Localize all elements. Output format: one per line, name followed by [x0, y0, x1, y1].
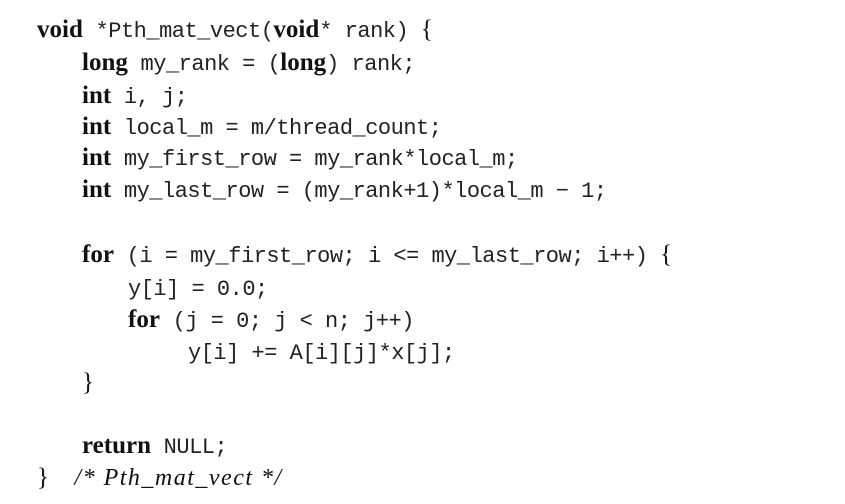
code-line: int my_last_row = (my_rank+1)*local_m − … [82, 174, 607, 206]
keyword: int [82, 113, 112, 140]
code-text: my_rank = ( [127, 52, 281, 77]
code-line: int local_m = m/thread_count; [82, 111, 442, 143]
code-text: y[i] += A[i][j]*x[j]; [188, 341, 455, 366]
keyword: for [128, 306, 160, 333]
code-text: { [420, 16, 433, 43]
keyword: void [37, 16, 83, 43]
keyword: long [82, 49, 128, 76]
code-text: i, j; [111, 85, 188, 110]
code-line: y[i] = 0.0; [128, 272, 268, 304]
code-text: ) rank; [326, 52, 416, 77]
code-listing: void *Pth_mat_vect(void* rank) {long my_… [0, 0, 845, 504]
keyword: for [82, 241, 114, 268]
code-text: *Pth_mat_vect( [82, 19, 274, 44]
keyword: long [280, 49, 327, 76]
code-line: for (i = my_first_row; i <= my_last_row;… [82, 239, 672, 271]
code-text: } [37, 464, 49, 491]
keyword: void [273, 16, 320, 43]
code-line: long my_rank = (long) rank; [82, 47, 416, 79]
code-text: { [660, 241, 673, 268]
code-text: (i = my_first_row; i <= my_last_row; i++… [113, 244, 661, 269]
code-line: for (j = 0; j < n; j++) [128, 304, 414, 336]
comment: /* Pth_mat_vect */ [74, 465, 283, 491]
code-line: void *Pth_mat_vect(void* rank) { [37, 14, 433, 46]
code-text: NULL; [150, 435, 228, 460]
keyword: int [82, 144, 112, 171]
code-line: y[i] += A[i][j]*x[j]; [188, 336, 455, 368]
keyword: int [82, 176, 112, 203]
keyword: return [82, 432, 151, 459]
code-text: my_last_row = (my_rank+1)*local_m − 1; [111, 179, 607, 204]
code-line: int i, j; [82, 80, 188, 112]
code-line: return NULL; [82, 430, 228, 462]
code-text: (j = 0; j < n; j++) [159, 309, 415, 334]
code-line: } [82, 367, 94, 399]
code-text: } [82, 369, 94, 396]
code-line: int my_first_row = my_rank*local_m; [82, 142, 518, 174]
code-line: } /* Pth_mat_vect */ [37, 462, 283, 494]
code-text: local_m = m/thread_count; [111, 116, 442, 141]
code-text: * rank) [319, 19, 421, 44]
keyword: int [82, 82, 112, 109]
code-text: my_first_row = my_rank*local_m; [111, 147, 518, 172]
code-text: y[i] = 0.0; [128, 277, 268, 302]
